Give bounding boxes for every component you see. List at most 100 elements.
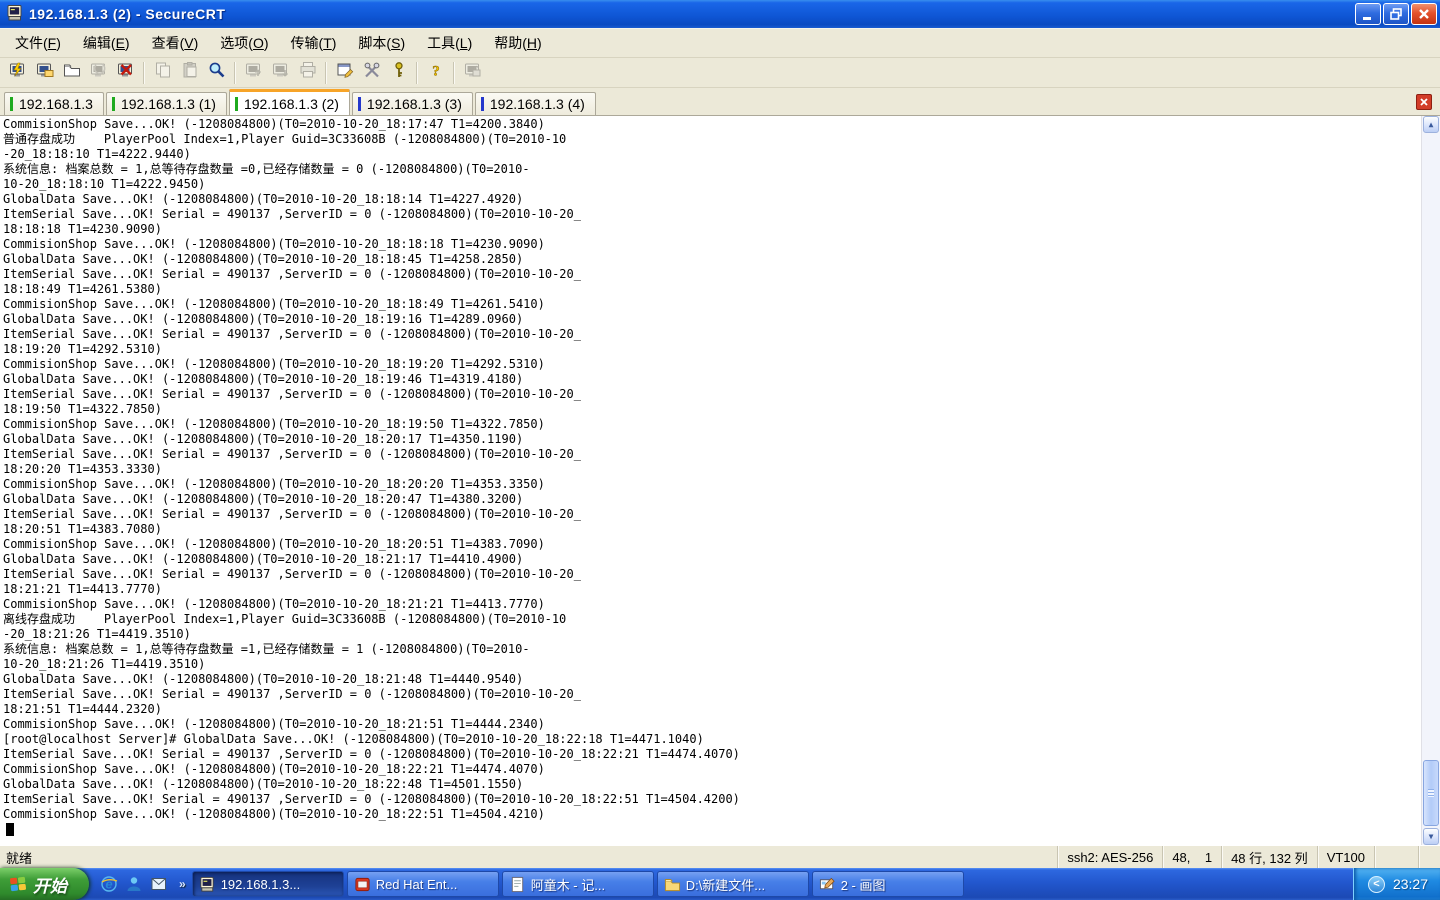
properties-icon bbox=[336, 61, 354, 84]
download-icon bbox=[272, 61, 290, 84]
vmware-icon bbox=[354, 876, 371, 893]
tray-hide-icons-chevron[interactable]: < bbox=[1368, 876, 1385, 893]
start-button[interactable]: 开始 bbox=[0, 868, 89, 900]
copy-button bbox=[149, 60, 176, 86]
tab-label: 192.168.1.3 (1) bbox=[121, 96, 216, 112]
quick-launch-overflow-chevron[interactable]: » bbox=[179, 877, 186, 891]
taskbar-button-label: 阿童木 - 记... bbox=[531, 875, 605, 894]
connect-tab-icon bbox=[63, 61, 81, 84]
toolbar: ? bbox=[0, 58, 1440, 88]
status-blank-panel bbox=[1374, 846, 1418, 868]
tab-status-indicator bbox=[112, 97, 115, 111]
menu-e[interactable]: 编辑(E) bbox=[72, 28, 141, 58]
terminal-line: GlobalData Save...OK! (-1208084800)(T0=2… bbox=[3, 312, 1418, 327]
scroll-up-button[interactable]: ▲ bbox=[1423, 116, 1439, 133]
terminal-line: ItemSerial Save...OK! Serial = 490137 ,S… bbox=[3, 747, 1418, 762]
quick-connect-button[interactable] bbox=[4, 60, 31, 86]
folder-icon bbox=[664, 876, 681, 893]
session-tab-3[interactable]: 192.168.1.3 (3) bbox=[352, 92, 473, 115]
menu-s[interactable]: 脚本(S) bbox=[347, 28, 416, 58]
session-tab-1[interactable]: 192.168.1.3 (1) bbox=[106, 92, 227, 115]
reconnect-button bbox=[85, 60, 112, 86]
upload-icon bbox=[245, 61, 263, 84]
tab-label: 192.168.1.3 (4) bbox=[490, 96, 585, 112]
terminal-line: 系统信息: 档案总数 = 1,总等待存盘数量 =1,已经存储数量 = 1 (-1… bbox=[3, 642, 1418, 657]
taskbar-clock: 23:27 bbox=[1393, 876, 1428, 892]
terminal-line: CommisionShop Save...OK! (-1208084800)(T… bbox=[3, 417, 1418, 432]
menu-f[interactable]: 文件(F) bbox=[4, 28, 72, 58]
menu-l[interactable]: 工具(L) bbox=[416, 28, 483, 58]
menu-t[interactable]: 传输(T) bbox=[280, 28, 348, 58]
title-bar: 192.168.1.3 (2) - SecureCRT bbox=[0, 0, 1440, 28]
status-protocol: ssh2: AES-256 bbox=[1057, 846, 1162, 868]
tab-label: 192.168.1.3 (2) bbox=[244, 96, 339, 112]
tabbar-close-button[interactable] bbox=[1416, 94, 1432, 110]
terminal-line: 系统信息: 档案总数 = 1,总等待存盘数量 =0,已经存储数量 = 0 (-1… bbox=[3, 162, 1418, 177]
restore-button[interactable] bbox=[1383, 3, 1409, 25]
tab-status-indicator bbox=[235, 97, 238, 111]
toolbar-separator bbox=[416, 62, 418, 84]
menu-v[interactable]: 查看(V) bbox=[141, 28, 210, 58]
task-buttons: 192.168.1.3...Red Hat Ent... 阿童木 - 记... D:… bbox=[192, 871, 964, 897]
terminal-line: ItemSerial Save...OK! Serial = 490137 ,S… bbox=[3, 507, 1418, 522]
status-ready: 就绪 bbox=[0, 848, 1057, 867]
close-button[interactable] bbox=[1411, 3, 1437, 25]
disconnect-button[interactable] bbox=[112, 60, 139, 86]
key-icon bbox=[390, 61, 408, 84]
taskbar-button-1[interactable]: Red Hat Ent... bbox=[347, 871, 499, 897]
ie-quicklaunch-icon[interactable]: e bbox=[99, 874, 119, 894]
toolbar-separator bbox=[453, 62, 455, 84]
scrollbar-thumb[interactable] bbox=[1423, 760, 1439, 826]
terminal-line: CommisionShop Save...OK! (-1208084800)(T… bbox=[3, 477, 1418, 492]
minimize-button[interactable] bbox=[1355, 3, 1381, 25]
menu-h[interactable]: 帮助(H) bbox=[483, 28, 552, 58]
copy-icon bbox=[154, 61, 172, 84]
session-tab-2[interactable]: 192.168.1.3 (2) bbox=[229, 89, 350, 115]
session-tab-bar: 192.168.1.3 192.168.1.3 (1) 192.168.1.3 (2… bbox=[0, 88, 1440, 116]
connect-tab-button[interactable] bbox=[58, 60, 85, 86]
terminal-line: 18:18:49 T1=4261.5380) bbox=[3, 282, 1418, 297]
quick-connect-icon bbox=[9, 61, 27, 84]
taskbar-button-4[interactable]: 2 - 画图 bbox=[812, 871, 964, 897]
menu-o[interactable]: 选项(O) bbox=[209, 28, 279, 58]
terminal-line: CommisionShop Save...OK! (-1208084800)(T… bbox=[3, 597, 1418, 612]
system-tray: < 23:27 bbox=[1353, 868, 1440, 900]
terminal-line: GlobalData Save...OK! (-1208084800)(T0=2… bbox=[3, 432, 1418, 447]
options-button[interactable] bbox=[358, 60, 385, 86]
terminal-line: -20_18:21:26 T1=4419.3510) bbox=[3, 627, 1418, 642]
taskbar-button-label: 2 - 画图 bbox=[841, 875, 886, 894]
terminal-line: GlobalData Save...OK! (-1208084800)(T0=2… bbox=[3, 552, 1418, 567]
session-tab-4[interactable]: 192.168.1.3 (4) bbox=[475, 92, 596, 115]
terminal-line: GlobalData Save...OK! (-1208084800)(T0=2… bbox=[3, 372, 1418, 387]
outlook-quicklaunch-icon[interactable] bbox=[149, 874, 169, 894]
terminal-cursor bbox=[6, 823, 14, 836]
properties-button[interactable] bbox=[331, 60, 358, 86]
terminal-line: -20_18:18:10 T1=4222.9440) bbox=[3, 147, 1418, 162]
terminal-line: CommisionShop Save...OK! (-1208084800)(T… bbox=[3, 807, 1418, 822]
key-button[interactable] bbox=[385, 60, 412, 86]
help-icon: ? bbox=[427, 61, 445, 84]
terminal-line: CommisionShop Save...OK! (-1208084800)(T… bbox=[3, 117, 1418, 132]
find-button[interactable] bbox=[203, 60, 230, 86]
terminal-line: GlobalData Save...OK! (-1208084800)(T0=2… bbox=[3, 672, 1418, 687]
scroll-down-button[interactable]: ▼ bbox=[1423, 828, 1439, 845]
print-button bbox=[294, 60, 321, 86]
quick-launch-bar: e bbox=[89, 874, 177, 894]
terminal-line: 18:18:18 T1=4230.9090) bbox=[3, 222, 1418, 237]
taskbar-button-0[interactable]: 192.168.1.3... bbox=[192, 871, 344, 897]
paint-icon bbox=[819, 876, 836, 893]
vertical-scrollbar[interactable]: ▲ ▼ bbox=[1421, 116, 1440, 845]
terminal-line: GlobalData Save...OK! (-1208084800)(T0=2… bbox=[3, 252, 1418, 267]
taskbar-button-2[interactable]: 阿童木 - 记... bbox=[502, 871, 654, 897]
help-button[interactable]: ? bbox=[422, 60, 449, 86]
terminal-line: CommisionShop Save...OK! (-1208084800)(T… bbox=[3, 297, 1418, 312]
terminal-line: CommisionShop Save...OK! (-1208084800)(T… bbox=[3, 537, 1418, 552]
messenger-quicklaunch-icon[interactable] bbox=[124, 874, 144, 894]
terminal-view[interactable]: CommisionShop Save...OK! (-1208084800)(T… bbox=[0, 116, 1440, 845]
connect-button[interactable] bbox=[31, 60, 58, 86]
taskbar-button-3[interactable]: D:\新建文件... bbox=[657, 871, 809, 897]
svg-text:?: ? bbox=[432, 64, 440, 80]
terminal-line: 18:19:20 T1=4292.5310) bbox=[3, 342, 1418, 357]
session-tab-0[interactable]: 192.168.1.3 bbox=[4, 92, 104, 115]
tab-status-indicator bbox=[481, 97, 484, 111]
